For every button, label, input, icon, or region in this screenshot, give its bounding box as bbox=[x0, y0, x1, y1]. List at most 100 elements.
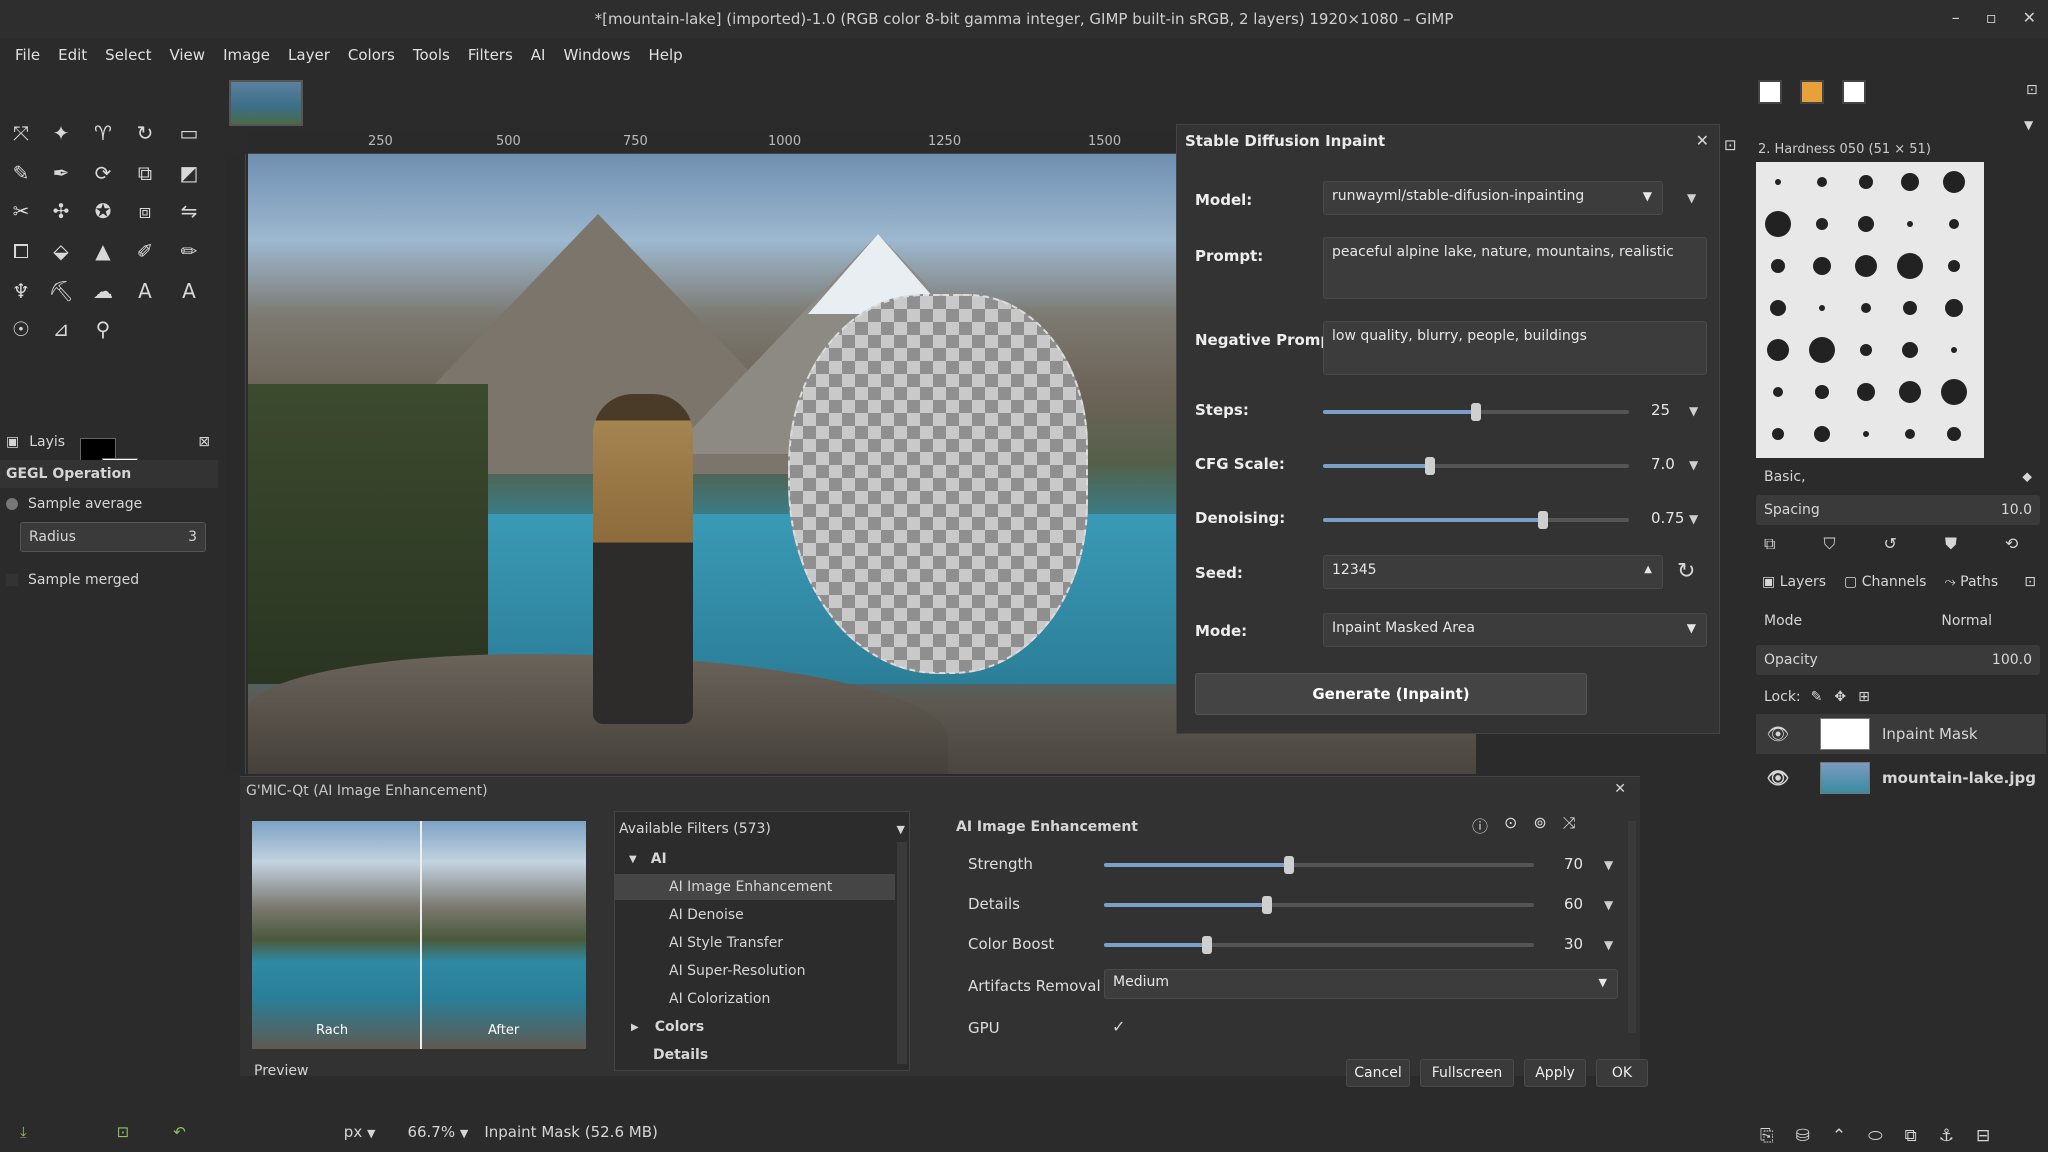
split-divider[interactable] bbox=[420, 821, 422, 1049]
radius-spinner[interactable]: Radius 3 bbox=[20, 522, 206, 552]
restore-icon[interactable]: ⊡ bbox=[117, 1123, 130, 1141]
pattern-icon[interactable] bbox=[1800, 80, 1824, 104]
tab-layers[interactable]: ▣ Layers bbox=[1762, 574, 1826, 590]
delete-layer-icon[interactable]: ⊟ bbox=[1976, 1126, 1990, 1146]
brush-preset[interactable] bbox=[1767, 339, 1789, 361]
brush-preset[interactable] bbox=[1858, 216, 1874, 232]
brush-preset[interactable] bbox=[1907, 221, 1913, 227]
brush-preset[interactable] bbox=[1951, 347, 1957, 353]
brush-preset[interactable] bbox=[1857, 383, 1875, 401]
brush-preset[interactable] bbox=[1861, 303, 1871, 313]
layer-row-inpaint-mask[interactable]: 👁 Inpaint Mask bbox=[1756, 714, 2046, 754]
scale-icon[interactable]: ✣ bbox=[48, 198, 74, 224]
zoom-select[interactable]: 66.7% ▼ bbox=[407, 1123, 468, 1141]
chevron-down-icon[interactable]: ▼ bbox=[1604, 938, 1613, 952]
tree-group-colors[interactable]: ▶ Colors bbox=[615, 1014, 905, 1040]
menu-help[interactable]: Help bbox=[639, 46, 691, 64]
free-select-icon[interactable]: ♈ bbox=[90, 120, 116, 146]
random-icon[interactable]: ⤨ bbox=[1563, 813, 1576, 837]
measure-icon[interactable]: ⊿ bbox=[48, 316, 74, 342]
lasso-icon[interactable]: ↻ bbox=[132, 120, 158, 146]
tree-item-ai-denoise[interactable]: AI Denoise bbox=[615, 902, 905, 928]
ink-icon[interactable]: ♆ bbox=[8, 278, 34, 304]
export-icon[interactable]: ⤓ bbox=[20, 1123, 27, 1141]
text-tool-icon[interactable]: A bbox=[132, 278, 158, 304]
dodge-icon[interactable]: ☉ bbox=[8, 316, 34, 342]
brush-preset[interactable] bbox=[1863, 431, 1869, 437]
gradient-icon[interactable]: ▲ bbox=[90, 238, 116, 264]
negative-prompt-input[interactable]: low quality, blurry, people, buildings bbox=[1323, 321, 1707, 375]
raise-layer-icon[interactable]: ⌃ bbox=[1832, 1126, 1846, 1146]
brush-grid[interactable] bbox=[1756, 162, 1984, 458]
color-boost-value[interactable]: 30 bbox=[1564, 935, 1583, 953]
image-tab-thumbnail[interactable] bbox=[229, 80, 303, 126]
airbrush-icon[interactable]: ✏ bbox=[176, 238, 202, 264]
unit-select[interactable]: px ▼ bbox=[336, 1119, 384, 1145]
menu-layer[interactable]: Layer bbox=[279, 46, 339, 64]
visibility-eye-icon[interactable]: 👁 bbox=[1756, 768, 1800, 789]
perspective-icon[interactable]: ⧈ bbox=[132, 198, 158, 224]
brush-preset[interactable] bbox=[1947, 427, 1961, 441]
clone-icon[interactable]: ⛏ bbox=[48, 278, 74, 304]
delete-brush-icon[interactable]: ⛊ bbox=[1945, 534, 1957, 554]
brush-set-row[interactable]: Basic, ⬥ bbox=[1756, 462, 2040, 492]
info-icon[interactable]: ⓘ bbox=[1472, 813, 1488, 837]
tab-paths[interactable]: ⤳ Paths bbox=[1944, 574, 1998, 590]
brush-preset[interactable] bbox=[1949, 219, 1959, 229]
brush-preset[interactable] bbox=[1943, 171, 1965, 193]
tool-options-tab[interactable]: ▣ Layis ⊠ bbox=[0, 428, 218, 456]
denoising-slider[interactable] bbox=[1323, 511, 1629, 529]
slider-handle[interactable] bbox=[1262, 896, 1273, 914]
gpu-checkbox[interactable]: ✓ bbox=[1112, 1017, 1125, 1036]
chevron-down-icon[interactable]: ▼ bbox=[1687, 191, 1696, 205]
brush-preset[interactable] bbox=[1899, 381, 1921, 403]
brush-preset[interactable] bbox=[1770, 300, 1786, 316]
reset-icon[interactable]: ⊙ bbox=[1504, 813, 1517, 837]
brush-preset[interactable] bbox=[1775, 179, 1781, 185]
menu-file[interactable]: File bbox=[6, 46, 49, 64]
fullscreen-button[interactable]: Fullscreen bbox=[1420, 1059, 1514, 1087]
brush-preset[interactable] bbox=[1809, 337, 1835, 363]
tree-item-ai-super-resolution[interactable]: AI Super-Resolution bbox=[615, 958, 905, 984]
slider-handle[interactable] bbox=[1283, 856, 1294, 874]
radio-icon[interactable] bbox=[6, 498, 18, 510]
brush-preset[interactable] bbox=[1765, 211, 1791, 237]
brush-preset[interactable] bbox=[1772, 428, 1784, 440]
gradient-icon[interactable] bbox=[1842, 80, 1866, 104]
tree-item-ai-image-enhancement[interactable]: AI Image Enhancement bbox=[615, 874, 895, 900]
opacity-spinner[interactable]: Opacity 100.0 bbox=[1756, 645, 2040, 675]
color-picker-icon[interactable]: ✒ bbox=[48, 160, 74, 186]
brush-preset[interactable] bbox=[1771, 259, 1785, 273]
flip-icon[interactable]: ⇋ bbox=[176, 198, 202, 224]
tree-group-ai[interactable]: ▼ AI bbox=[615, 846, 905, 872]
layer-mode-select[interactable]: Normal bbox=[1941, 613, 1992, 629]
artifacts-removal-select[interactable]: Medium ▼ bbox=[1104, 969, 1618, 999]
new-layer-icon[interactable]: ⎘ bbox=[1760, 1126, 1774, 1146]
paintbrush-icon[interactable]: ✎ bbox=[8, 160, 34, 186]
apply-button[interactable]: Apply bbox=[1524, 1059, 1586, 1087]
fuzzy-select-icon[interactable]: ✦ bbox=[48, 120, 74, 146]
menu-select[interactable]: Select bbox=[96, 46, 160, 64]
lock-position-icon[interactable]: ✥ bbox=[1834, 689, 1846, 705]
filters-header[interactable]: Available Filters (573) ▼ bbox=[615, 816, 905, 842]
anchor-layer-icon[interactable]: ⚓ bbox=[1939, 1126, 1954, 1146]
heal-icon[interactable]: ✪ bbox=[90, 198, 116, 224]
scrollbar[interactable] bbox=[1628, 821, 1636, 1033]
tree-group-details[interactable]: Details bbox=[615, 1042, 905, 1068]
visibility-eye-icon[interactable]: 👁 bbox=[1756, 724, 1800, 745]
prompt-input[interactable]: peaceful alpine lake, nature, mountains,… bbox=[1323, 237, 1707, 299]
crop-icon[interactable]: ✂ bbox=[8, 198, 34, 224]
preview-image[interactable]: Rach After bbox=[252, 821, 586, 1049]
configure-tab-icon[interactable]: ⊠ bbox=[198, 434, 210, 450]
strength-slider[interactable] bbox=[1104, 856, 1534, 874]
brush-preset[interactable] bbox=[1855, 255, 1877, 277]
brush-preset[interactable] bbox=[1859, 175, 1873, 189]
chevron-down-icon[interactable]: ▼ bbox=[2024, 118, 2033, 132]
cfg-scale-value[interactable]: 7.0 bbox=[1651, 455, 1675, 473]
favorite-icon[interactable]: ⊚ bbox=[1533, 813, 1546, 837]
refresh-seed-icon[interactable]: ↻ bbox=[1677, 559, 1695, 584]
brush-preset[interactable] bbox=[1860, 344, 1872, 356]
details-value[interactable]: 60 bbox=[1564, 895, 1583, 913]
brush-preset[interactable] bbox=[1901, 173, 1919, 191]
close-icon[interactable]: ✕ bbox=[1696, 131, 1709, 150]
